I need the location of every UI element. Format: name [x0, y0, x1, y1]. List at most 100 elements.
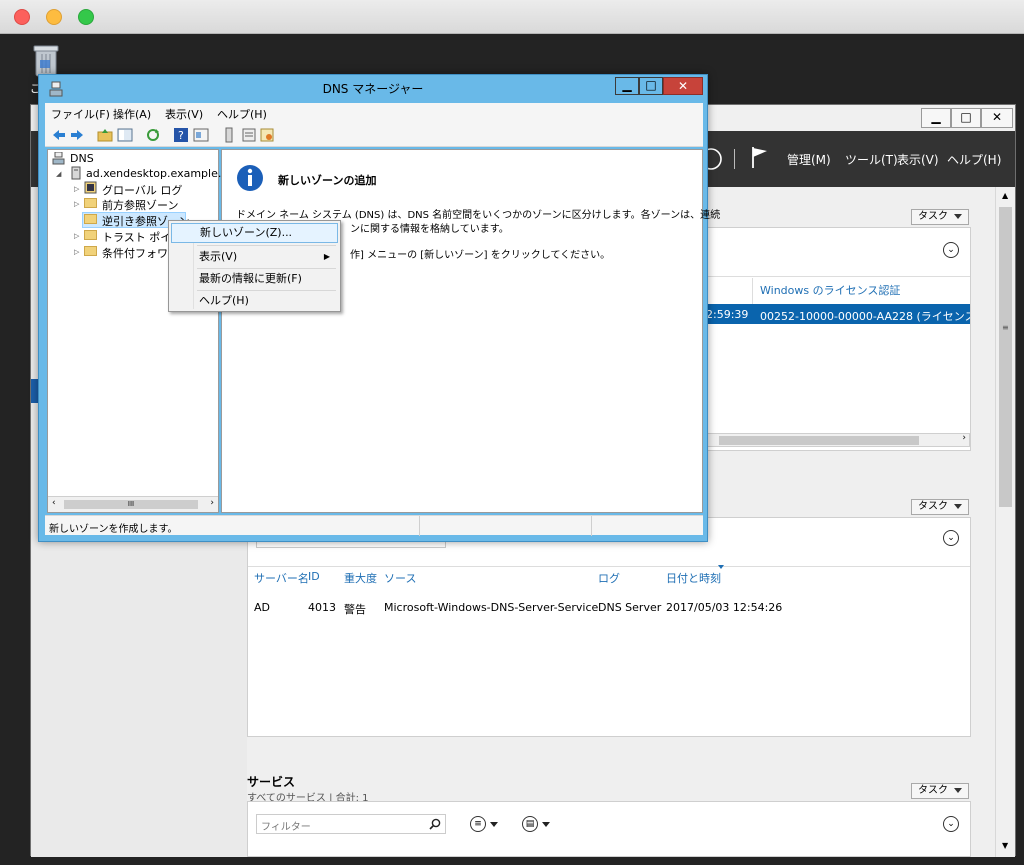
license-row-value: 00252-10000-00000-AA228 (ライセンス認証 — [760, 310, 970, 323]
menu-item-view-label: 表示(V) — [199, 250, 238, 263]
menu-item-refresh[interactable]: 最新の情報に更新(F) — [171, 269, 338, 289]
dropdown-arrow-icon[interactable] — [490, 822, 498, 827]
sm-scroll-thumb[interactable]: ≡ — [999, 207, 1012, 507]
folder-icon — [84, 246, 97, 256]
menu-view[interactable]: 表示(V) — [165, 106, 203, 122]
tree-dns-root[interactable]: DNS — [70, 152, 94, 165]
sm-close-button[interactable]: ✕ — [981, 108, 1013, 128]
expand-chevron-icon[interactable]: ⌄ — [943, 242, 959, 258]
scroll-down-icon[interactable]: ▼ — [1002, 841, 1008, 850]
expand-icon[interactable]: ▷ — [74, 200, 79, 208]
sm-menu-tools[interactable]: ツール(T) — [845, 151, 898, 168]
event-source: Microsoft-Windows-DNS-Server-Service — [384, 601, 599, 614]
services-expand-chevron-icon[interactable]: ⌄ — [943, 816, 959, 832]
dns-maximize-button[interactable]: □ — [639, 77, 663, 95]
minimize-window-button[interactable] — [46, 9, 62, 25]
dns-tree-pane: DNS ◢ ad.xendesktop.example.c ▷ グローバル ログ… — [47, 149, 227, 513]
scroll-left-icon[interactable]: ‹ — [52, 498, 56, 508]
description-line-1: ドメイン ネーム システム (DNS) は、DNS 名前空間をいくつかのゾーンに… — [236, 210, 721, 221]
dns-minimize-button[interactable]: ▁ — [615, 77, 639, 95]
tree-global-log[interactable]: グローバル ログ — [102, 182, 182, 198]
help-icon[interactable]: ? — [173, 127, 189, 143]
list-view-icon[interactable] — [241, 127, 257, 143]
sm-menu-manage[interactable]: 管理(M) — [787, 151, 831, 168]
col-source[interactable]: ソース — [384, 570, 416, 586]
col-severity[interactable]: 重大度 — [344, 570, 377, 586]
expand-icon[interactable]: ▷ — [74, 248, 79, 256]
menu-action[interactable]: 操作(A) — [113, 106, 151, 122]
filter-placeholder: フィルター — [261, 822, 311, 833]
events-tasks-button[interactable]: タスク — [911, 499, 969, 515]
services-title: サービス — [247, 775, 296, 789]
menu-item-help[interactable]: ヘルプ(H) — [171, 291, 338, 311]
col-log[interactable]: ログ — [598, 570, 620, 586]
show-hide-tree-icon[interactable] — [117, 127, 133, 143]
forward-arrow-icon[interactable] — [69, 127, 85, 143]
refresh-icon[interactable] — [145, 127, 161, 143]
collapse-icon[interactable]: ◢ — [56, 170, 61, 178]
dns-close-button[interactable]: ✕ — [663, 77, 703, 95]
global-log-icon — [84, 181, 97, 194]
tasks-button[interactable]: タスク — [911, 209, 969, 225]
menu-help[interactable]: ヘルプ(H) — [217, 106, 267, 122]
close-window-button[interactable] — [14, 9, 30, 25]
license-row[interactable]: 2:59:39 00252-10000-00000-AA228 (ライセンス認証 — [704, 304, 970, 324]
dns-root-icon — [52, 152, 65, 165]
server-icon[interactable] — [221, 127, 237, 143]
zoom-window-button[interactable] — [78, 9, 94, 25]
col-server[interactable]: サーバー名 — [254, 570, 309, 586]
info-icon — [237, 165, 263, 191]
event-datetime: 2017/05/03 12:54:26 — [666, 601, 783, 614]
tree-forward-zones[interactable]: 前方参照ゾーン — [102, 197, 178, 213]
sm-menu-view[interactable]: 表示(V) — [897, 151, 939, 168]
server-node-icon — [71, 166, 81, 180]
dns-toolbar: ? — [45, 123, 703, 147]
properties-icon[interactable] — [193, 127, 209, 143]
scroll-right-icon[interactable]: › — [210, 498, 214, 508]
services-filter-input[interactable]: フィルター — [256, 814, 446, 834]
folder-icon — [84, 230, 97, 240]
search-icon[interactable] — [429, 818, 441, 830]
tree-server[interactable]: ad.xendesktop.example.c — [86, 167, 227, 180]
menu-file[interactable]: ファイル(F) — [51, 106, 110, 122]
col-id[interactable]: ID — [308, 570, 320, 583]
save-query-icon[interactable]: ▤ — [522, 816, 538, 832]
dns-window-title: DNS マネージャー — [322, 82, 424, 96]
up-folder-icon[interactable] — [97, 127, 113, 143]
notifications-flag-icon[interactable] — [751, 145, 769, 169]
menu-item-view[interactable]: 表示(V) ▶ — [171, 247, 338, 267]
menu-item-new-zone[interactable]: 新しいゾーン(Z)... — [171, 223, 338, 243]
services-tasks-button[interactable]: タスク — [911, 783, 969, 799]
dropdown-arrow-icon[interactable] — [542, 822, 550, 827]
sm-minimize-button[interactable]: ▁ — [921, 108, 951, 128]
tree-scroll-thumb[interactable]: III — [64, 500, 198, 509]
sm-maximize-button[interactable]: □ — [951, 108, 981, 128]
dns-status-bar: 新しいゾーンを作成します。 — [45, 515, 703, 536]
col-datetime[interactable]: 日付と時刻 — [666, 570, 721, 586]
new-zone-heading: 新しいゾーンの追加 — [278, 174, 377, 187]
expand-icon[interactable]: ▷ — [74, 232, 79, 240]
expand-icon[interactable]: ▷ — [74, 185, 79, 193]
dns-menubar: ファイル(F) 操作(A) 表示(V) ヘルプ(H) — [45, 103, 703, 123]
events-expand-chevron-icon[interactable]: ⌄ — [943, 530, 959, 546]
back-arrow-icon[interactable] — [51, 127, 67, 143]
sm-vertical-scrollbar[interactable]: ▲ ≡ ▼ — [995, 187, 1015, 857]
event-log: DNS Server — [598, 601, 662, 614]
license-hscroll[interactable]: › — [704, 433, 970, 447]
scroll-up-icon[interactable]: ▲ — [1002, 191, 1008, 200]
tasks-label: タスク — [918, 785, 948, 796]
context-menu: 新しいゾーン(Z)... 表示(V) ▶ 最新の情報に更新(F) ヘルプ(H) — [168, 220, 341, 312]
tasks-label: タスク — [918, 501, 948, 512]
event-severity: 警告 — [344, 603, 366, 616]
scroll-thumb[interactable] — [719, 436, 919, 445]
events-tile: ⌄ サーバー名 ID 重大度 ソース ログ 日付と時刻 AD 4013 警告 M… — [247, 517, 971, 737]
list-options-icon[interactable]: ≡ — [470, 816, 486, 832]
license-column-header[interactable]: Windows のライセンス認証 — [760, 282, 900, 298]
event-row[interactable]: AD 4013 警告 Microsoft-Windows-DNS-Server-… — [248, 598, 970, 618]
export-list-icon[interactable] — [259, 127, 275, 143]
tree-hscroll[interactable]: ‹ III › — [48, 496, 218, 512]
sm-menu-help[interactable]: ヘルプ(H) — [947, 151, 1001, 168]
recycle-bin-icon[interactable] — [30, 42, 62, 78]
description-line-3: 作] メニューの [新しいゾーン] をクリックしてください。 — [350, 250, 611, 261]
scroll-right-icon[interactable]: › — [962, 433, 966, 443]
